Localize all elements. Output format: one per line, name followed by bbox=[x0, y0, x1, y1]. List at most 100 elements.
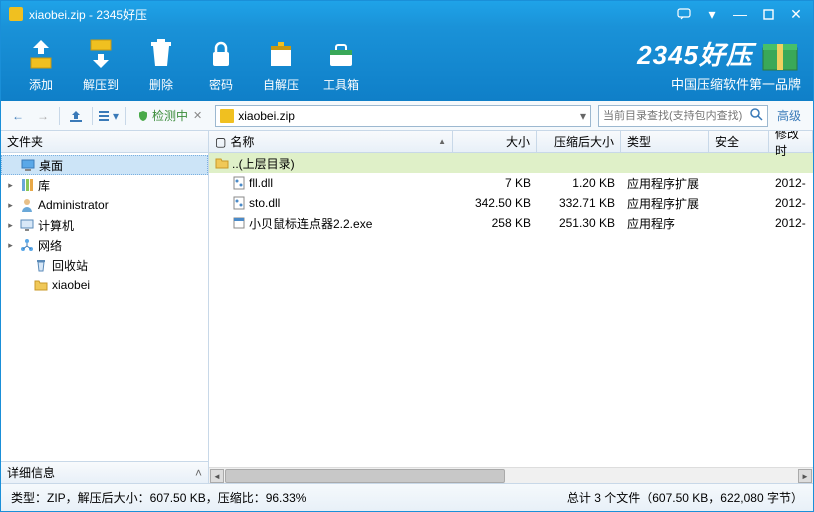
sidebar-header: 文件夹 bbox=[1, 131, 208, 153]
main-toolbar: 添加 解压到 删除 密码 自解压 工具箱 2345好压 中国压缩软件第一品牌 bbox=[1, 27, 813, 101]
lock-icon bbox=[203, 36, 239, 72]
tools-button[interactable]: 工具箱 bbox=[311, 32, 371, 96]
file-list-area: ▢名称▲ 大小 压缩后大小 类型 安全 修改时 ..(上层目录) fll.dll 7… bbox=[209, 131, 813, 483]
status-left: 类型：ZIP，解压后大小：607.50 KB，压缩比：96.33% bbox=[11, 489, 306, 506]
expand-icon[interactable] bbox=[19, 260, 30, 271]
file-csize: 251.30 KB bbox=[537, 216, 621, 230]
computer-icon bbox=[19, 217, 35, 233]
brand-subtitle: 中国压缩软件第一品牌 bbox=[637, 74, 801, 93]
up-button[interactable] bbox=[65, 105, 87, 127]
back-button[interactable]: ← bbox=[7, 105, 29, 127]
horizontal-scrollbar[interactable]: ◄ ► bbox=[209, 467, 813, 483]
scroll-left-icon[interactable]: ◄ bbox=[210, 469, 224, 483]
file-row[interactable]: fll.dll 7 KB1.20 KB应用程序扩展 2012- bbox=[209, 173, 813, 193]
file-size: 258 KB bbox=[453, 216, 537, 230]
sfx-button[interactable]: 自解压 bbox=[251, 32, 311, 96]
maximize-button[interactable] bbox=[759, 5, 777, 23]
chevron-up-icon[interactable]: ˄ bbox=[195, 466, 202, 480]
file-type: 应用程序扩展 bbox=[621, 195, 709, 212]
tree-item-computer[interactable]: ▸计算机 bbox=[1, 215, 208, 235]
advanced-link[interactable]: 高级 bbox=[771, 107, 807, 124]
file-type: 应用程序 bbox=[621, 215, 709, 232]
sidebar: 文件夹 桌面▸库▸Administrator▸计算机▸网络回收站xiaobei … bbox=[1, 131, 209, 483]
tree-item-user[interactable]: ▸ Administrator bbox=[1, 195, 208, 215]
status-bar: 类型：ZIP，解压后大小：607.50 KB，压缩比：96.33% 总计 3 个… bbox=[1, 483, 813, 511]
expand-icon[interactable]: ▸ bbox=[5, 220, 16, 231]
file-date: 2012- bbox=[769, 176, 813, 190]
extract-icon bbox=[83, 36, 119, 72]
col-name[interactable]: ▢名称▲ bbox=[209, 131, 453, 152]
tree-item-library[interactable]: ▸库 bbox=[1, 175, 208, 195]
col-date[interactable]: 修改时 bbox=[769, 131, 813, 152]
column-headers: ▢名称▲ 大小 压缩后大小 类型 安全 修改时 bbox=[209, 131, 813, 153]
delete-icon bbox=[143, 36, 179, 72]
file-csize: 332.71 KB bbox=[537, 196, 621, 210]
toolbox-icon bbox=[323, 36, 359, 72]
brand-box-icon bbox=[759, 36, 801, 72]
search-input[interactable] bbox=[603, 110, 750, 122]
col-type[interactable]: 类型 bbox=[621, 131, 709, 152]
scan-status: 检测中 ✕ bbox=[131, 105, 208, 126]
scroll-thumb[interactable] bbox=[225, 469, 505, 483]
folder-icon bbox=[215, 156, 229, 170]
app-icon bbox=[9, 7, 23, 21]
folder-icon bbox=[33, 277, 49, 293]
network-icon bbox=[19, 237, 35, 253]
dll-icon bbox=[232, 196, 246, 210]
archive-icon bbox=[220, 109, 234, 123]
titlebar: xiaobei.zip - 2345好压 ▾ — ✕ bbox=[1, 1, 813, 27]
col-size[interactable]: 大小 bbox=[453, 131, 537, 152]
file-row[interactable]: 小贝鼠标连点器2.2.exe258 KB251.30 KB应用程序2012- bbox=[209, 213, 813, 233]
status-right: 总计 3 个文件（607.50 KB，622,080 字节） bbox=[567, 489, 803, 506]
file-name: sto.dll bbox=[249, 196, 280, 210]
delete-button[interactable]: 删除 bbox=[131, 32, 191, 96]
tree-label: 库 bbox=[38, 177, 50, 194]
address-bar[interactable]: xiaobei.zip ▾ bbox=[215, 105, 591, 127]
minimize-button[interactable]: — bbox=[731, 5, 749, 23]
tree-label: Administrator bbox=[38, 198, 109, 212]
dropdown-icon[interactable]: ▾ bbox=[703, 5, 721, 23]
tree-label: 桌面 bbox=[39, 157, 63, 174]
feedback-icon[interactable] bbox=[675, 5, 693, 23]
address-path: xiaobei.zip bbox=[238, 109, 580, 123]
scan-close-icon[interactable]: ✕ bbox=[193, 109, 202, 122]
desktop-icon bbox=[20, 157, 36, 173]
expand-icon[interactable]: ▸ bbox=[5, 200, 16, 211]
file-date: 2012- bbox=[769, 196, 813, 210]
tree-item-folder[interactable]: xiaobei bbox=[1, 275, 208, 295]
library-icon bbox=[19, 177, 35, 193]
expand-icon[interactable]: ▸ bbox=[5, 180, 16, 191]
expand-icon[interactable]: ▸ bbox=[5, 240, 16, 251]
details-header[interactable]: 详细信息 ˄ bbox=[1, 461, 208, 483]
parent-dir-row[interactable]: ..(上层目录) bbox=[209, 153, 813, 173]
expand-icon[interactable] bbox=[6, 160, 17, 171]
recycle-icon bbox=[33, 257, 49, 273]
file-rows[interactable]: ..(上层目录) fll.dll 7 KB1.20 KB应用程序扩展 2012- sto… bbox=[209, 153, 813, 467]
tree-item-network[interactable]: ▸网络 bbox=[1, 235, 208, 255]
folder-tree[interactable]: 桌面▸库▸Administrator▸计算机▸网络回收站xiaobei bbox=[1, 153, 208, 461]
view-button[interactable]: ▾ bbox=[98, 105, 120, 127]
search-box[interactable] bbox=[598, 105, 768, 127]
navigation-bar: ← → ▾ 检测中 ✕ xiaobei.zip ▾ 高级 bbox=[1, 101, 813, 131]
forward-button[interactable]: → bbox=[32, 105, 54, 127]
file-type: 应用程序扩展 bbox=[621, 175, 709, 192]
address-dropdown-icon[interactable]: ▾ bbox=[580, 109, 586, 123]
file-row[interactable]: sto.dll342.50 KB332.71 KB应用程序扩展2012- bbox=[209, 193, 813, 213]
tree-item-recycle[interactable]: 回收站 bbox=[1, 255, 208, 275]
search-icon[interactable] bbox=[750, 108, 763, 124]
file-csize: 1.20 KB bbox=[537, 176, 621, 190]
col-safe[interactable]: 安全 bbox=[709, 131, 769, 152]
password-button[interactable]: 密码 bbox=[191, 32, 251, 96]
file-name: fll.dll bbox=[249, 176, 273, 190]
add-icon bbox=[23, 36, 59, 72]
scroll-right-icon[interactable]: ► bbox=[798, 469, 812, 483]
col-compressed-size[interactable]: 压缩后大小 bbox=[537, 131, 621, 152]
tree-item-desktop[interactable]: 桌面 bbox=[1, 155, 208, 175]
expand-icon[interactable] bbox=[19, 280, 30, 291]
close-button[interactable]: ✕ bbox=[787, 5, 805, 23]
file-size: 7 KB bbox=[453, 176, 537, 190]
extract-button[interactable]: 解压到 bbox=[71, 32, 131, 96]
add-button[interactable]: 添加 bbox=[11, 32, 71, 96]
window-title: xiaobei.zip - 2345好压 bbox=[29, 6, 675, 23]
brand: 2345好压 中国压缩软件第一品牌 bbox=[637, 35, 801, 93]
